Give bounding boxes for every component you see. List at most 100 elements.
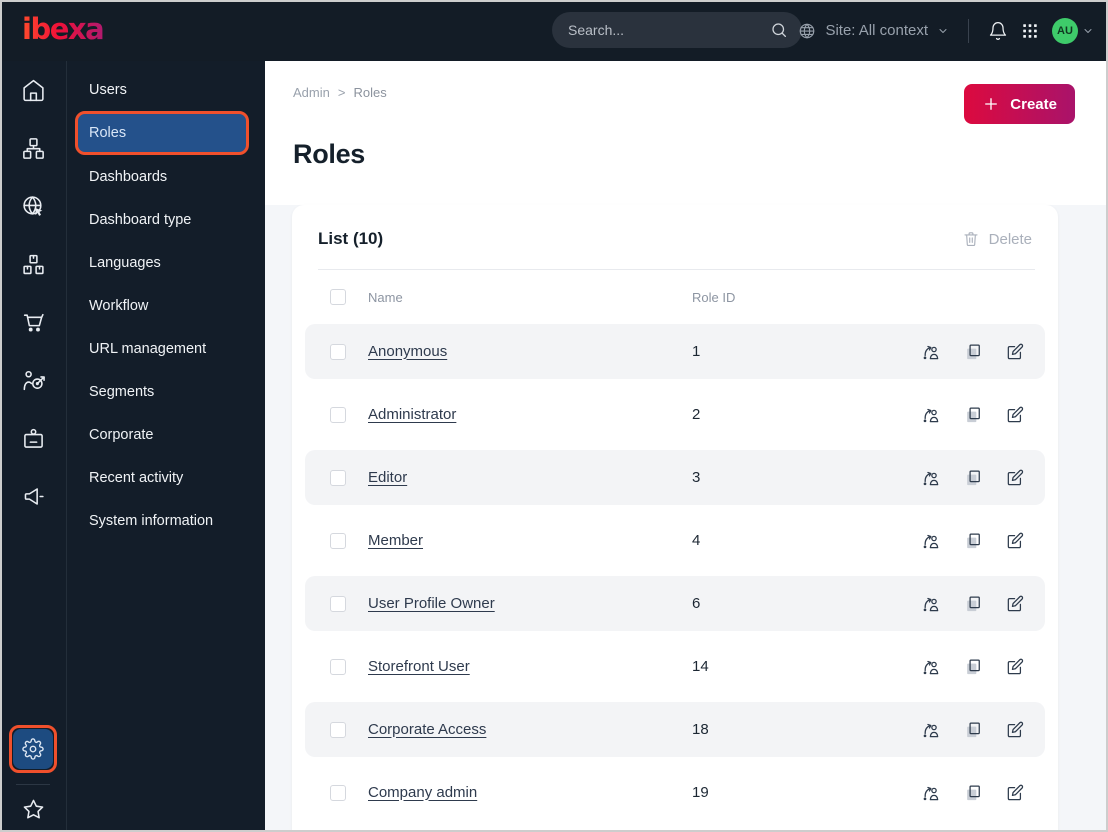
sidebar-item-users[interactable]: Users — [67, 68, 265, 111]
rail-item-commerce[interactable] — [21, 310, 46, 335]
sidebar-item-url-management[interactable]: URL management — [67, 327, 265, 370]
app-switcher-button[interactable] — [1021, 22, 1039, 40]
breadcrumb-admin[interactable]: Admin — [293, 85, 330, 100]
row-checkbox[interactable] — [330, 469, 346, 486]
copy-icon — [963, 594, 983, 614]
rail-item-home[interactable] — [21, 78, 46, 103]
assign-user-button[interactable] — [921, 531, 941, 551]
plus-icon — [982, 95, 1000, 113]
list-title: List (10) — [318, 229, 384, 248]
trash-icon — [962, 230, 980, 248]
copy-icon — [963, 342, 983, 362]
role-name-link[interactable]: Editor — [368, 469, 407, 486]
delete-button[interactable]: Delete — [962, 230, 1032, 248]
assign-user-icon — [921, 468, 941, 488]
assign-user-button[interactable] — [921, 720, 941, 740]
row-checkbox[interactable] — [330, 721, 346, 738]
sidebar-item-recent-activity[interactable]: Recent activity — [67, 456, 265, 499]
role-name-link[interactable]: Anonymous — [368, 343, 447, 360]
bell-icon — [988, 21, 1008, 41]
row-checkbox[interactable] — [330, 406, 346, 423]
role-name-link[interactable]: Company admin — [368, 784, 477, 801]
rail-item-products[interactable] — [21, 252, 46, 277]
notifications-button[interactable] — [988, 21, 1008, 41]
role-name-link[interactable]: Storefront User — [368, 658, 470, 675]
sidebar-item-segments[interactable]: Segments — [67, 370, 265, 413]
column-header-role-id: Role ID — [692, 289, 736, 305]
assign-user-icon — [921, 342, 941, 362]
role-name-link[interactable]: Member — [368, 532, 423, 549]
row-checkbox[interactable] — [330, 784, 346, 801]
person-target-icon — [21, 368, 46, 393]
sidebar-item-languages[interactable]: Languages — [67, 241, 265, 284]
create-button-label: Create — [1010, 95, 1057, 113]
copy-button[interactable] — [963, 594, 983, 614]
copy-button[interactable] — [963, 783, 983, 803]
row-checkbox[interactable] — [330, 343, 346, 360]
edit-button[interactable] — [1005, 468, 1025, 488]
select-all-checkbox[interactable] — [330, 289, 346, 305]
assign-user-icon — [921, 531, 941, 551]
search-input[interactable] — [568, 22, 770, 38]
edit-button[interactable] — [1005, 531, 1025, 551]
assign-user-icon — [921, 405, 941, 425]
row-actions — [921, 657, 1025, 677]
table-row: User Profile Owner 6 — [305, 576, 1045, 631]
assign-user-button[interactable] — [921, 405, 941, 425]
assign-user-button[interactable] — [921, 657, 941, 677]
page-title: Roles — [293, 139, 366, 169]
copy-button[interactable] — [963, 405, 983, 425]
ibexa-logo[interactable]: ibexa — [22, 12, 105, 46]
copy-icon — [963, 531, 983, 551]
rail-item-corporate[interactable] — [21, 426, 46, 451]
role-name-link[interactable]: Administrator — [368, 406, 456, 423]
row-checkbox[interactable] — [330, 532, 346, 549]
assign-user-icon — [921, 594, 941, 614]
copy-button[interactable] — [963, 657, 983, 677]
copy-button[interactable] — [963, 531, 983, 551]
star-icon — [21, 797, 46, 822]
copy-button[interactable] — [963, 342, 983, 362]
chevron-down-icon — [1082, 25, 1094, 37]
rail-item-personalization[interactable] — [21, 368, 46, 393]
copy-icon — [963, 657, 983, 677]
edit-button[interactable] — [1005, 405, 1025, 425]
rail-item-campaigns[interactable] — [21, 484, 46, 509]
topbar-right: Site: All context AU — [798, 0, 1094, 61]
edit-icon — [1005, 720, 1025, 740]
role-name-link[interactable]: User Profile Owner — [368, 595, 495, 612]
sidebar-item-system-information[interactable]: System information — [67, 499, 265, 542]
sidebar-item-roles[interactable]: Roles — [75, 111, 249, 155]
rail-item-site[interactable] — [21, 194, 46, 219]
edit-button[interactable] — [1005, 342, 1025, 362]
assign-user-button[interactable] — [921, 783, 941, 803]
row-checkbox[interactable] — [330, 658, 346, 675]
row-actions — [921, 783, 1025, 803]
edit-button[interactable] — [1005, 594, 1025, 614]
rail-item-content-structure[interactable] — [21, 136, 46, 161]
copy-icon — [963, 720, 983, 740]
copy-button[interactable] — [963, 468, 983, 488]
row-checkbox[interactable] — [330, 595, 346, 612]
search-icon[interactable] — [770, 21, 788, 39]
role-name-link[interactable]: Corporate Access — [368, 721, 486, 738]
assign-user-button[interactable] — [921, 342, 941, 362]
sidebar-item-corporate[interactable]: Corporate — [67, 413, 265, 456]
edit-button[interactable] — [1005, 783, 1025, 803]
sidebar-item-dashboards[interactable]: Dashboards — [67, 155, 265, 198]
table-header-row: Name Role ID — [305, 270, 1045, 324]
user-menu-button[interactable]: AU — [1052, 17, 1094, 44]
site-context-selector[interactable]: Site: All context — [798, 22, 949, 40]
sidebar-item-dashboard-type[interactable]: Dashboard type — [67, 198, 265, 241]
rail-item-bookmarks[interactable] — [21, 797, 46, 822]
sidebar-item-workflow[interactable]: Workflow — [67, 284, 265, 327]
rail-item-settings-highlighted[interactable] — [9, 725, 57, 773]
create-button[interactable]: Create — [964, 84, 1075, 124]
copy-button[interactable] — [963, 720, 983, 740]
page-header: Admin > Roles Create Roles — [265, 61, 1108, 205]
assign-user-button[interactable] — [921, 594, 941, 614]
assign-user-button[interactable] — [921, 468, 941, 488]
grid-icon — [1021, 22, 1039, 40]
edit-button[interactable] — [1005, 720, 1025, 740]
edit-button[interactable] — [1005, 657, 1025, 677]
